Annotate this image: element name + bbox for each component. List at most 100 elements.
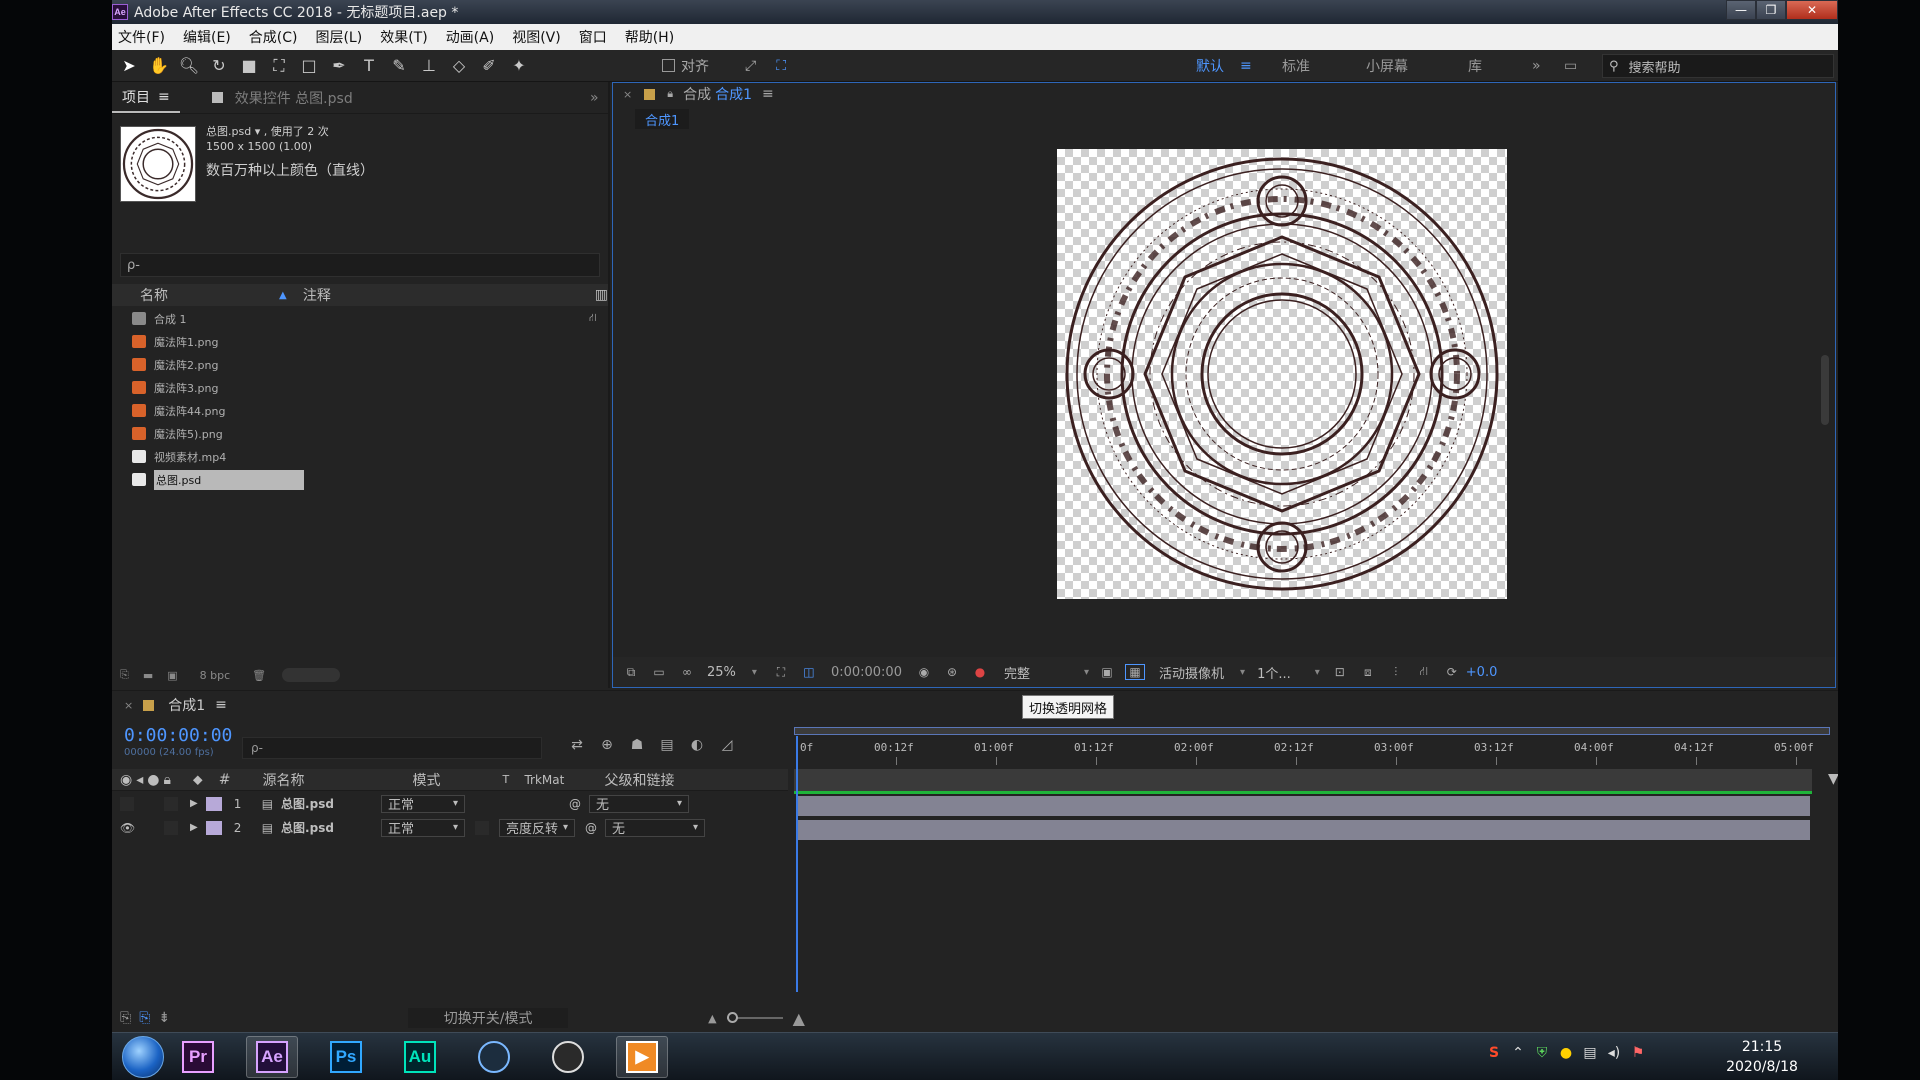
new-comp-icon[interactable]: ▣: [167, 669, 177, 682]
composition-viewer[interactable]: [613, 133, 1835, 651]
interpret-footage-icon[interactable]: ⎘: [120, 668, 129, 682]
comp-breadcrumb[interactable]: 合成1: [635, 109, 690, 129]
zoom-tool-icon[interactable]: 🔍︎: [176, 53, 202, 79]
layer-name[interactable]: 总图.psd: [281, 795, 381, 812]
zoom-out-icon[interactable]: ▲: [708, 1012, 716, 1025]
column-source-name[interactable]: 源名称: [262, 770, 412, 790]
brush-tool-icon[interactable]: ✎: [386, 53, 412, 79]
type-tool-icon[interactable]: T: [356, 53, 382, 79]
time-ruler[interactable]: 0f 00:12f 01:00f 01:12f 02:00f 02:12f 03:00f 03…: [792, 727, 1832, 765]
timeline-timecode[interactable]: 0:00:00:00: [124, 725, 232, 746]
lock-toggle[interactable]: [164, 796, 178, 811]
layer-row[interactable]: ▶ 1 ▤ 总图.psd 正常 ▾ @ 无 ▾: [112, 792, 788, 815]
label-color-swatch[interactable]: [205, 820, 222, 835]
comp-canvas[interactable]: [1057, 149, 1507, 599]
layer-duration-bar[interactable]: [796, 796, 1810, 816]
project-item-psd-selected[interactable]: 总图.psd: [112, 468, 608, 491]
column-t[interactable]: T: [502, 773, 524, 786]
magnification-dropdown[interactable]: 25% ▾: [707, 665, 757, 680]
label-color-swatch[interactable]: [205, 796, 222, 811]
expand-transfer-controls-icon[interactable]: ⎘: [139, 1010, 150, 1026]
new-folder-icon[interactable]: ▬: [143, 669, 153, 682]
shy-icon[interactable]: ☗: [622, 737, 652, 753]
work-area-bar[interactable]: [794, 727, 1830, 735]
tray-overflow-icon[interactable]: ⌃: [1506, 1045, 1530, 1061]
project-item-image[interactable]: 魔法阵5).png: [112, 422, 608, 445]
security-shield-icon[interactable]: ⛨: [1530, 1045, 1554, 1061]
views-dropdown[interactable]: 1个... ▾: [1257, 663, 1320, 682]
menu-edit[interactable]: 编辑(E): [183, 27, 231, 47]
comp-flowchart-icon[interactable]: ⇄: [562, 737, 592, 753]
timeline-tab-label[interactable]: 合成1: [168, 695, 205, 715]
transparency-grid-icon[interactable]: ▦: [1125, 664, 1146, 680]
eraser-tool-icon[interactable]: ◇: [446, 53, 472, 79]
tray-app-icon[interactable]: ●: [1554, 1045, 1578, 1061]
comp-marker-icon[interactable]: ▼: [1828, 771, 1838, 787]
rotate-tool-icon[interactable]: ↻: [206, 53, 232, 79]
expand-arrow-icon[interactable]: ▶: [190, 798, 198, 809]
menu-view[interactable]: 视图(V): [512, 27, 561, 47]
flowchart-icon[interactable]: ⛙: [589, 311, 597, 326]
show-snapshot-icon[interactable]: ⊛: [942, 664, 962, 680]
always-preview-icon[interactable]: ⧉: [621, 664, 641, 680]
mask-path-icon[interactable]: ◫: [799, 664, 819, 680]
camera-tool-icon[interactable]: ■: [236, 53, 262, 79]
menu-file[interactable]: 文件(F): [118, 27, 165, 47]
region-icon[interactable]: ⛶: [771, 664, 791, 680]
help-search-input[interactable]: ⚲ 搜索帮助: [1602, 54, 1834, 78]
workspace-more-button[interactable]: »: [1532, 50, 1541, 82]
sogou-ime-icon[interactable]: S: [1482, 1045, 1506, 1061]
project-item-comp[interactable]: 合成 1 ⛙: [112, 307, 608, 330]
tab-effect-controls[interactable]: 效果控件 总图.psd: [202, 88, 363, 108]
pan-behind-tool-icon[interactable]: ⛶: [266, 53, 292, 79]
visibility-toggle[interactable]: [120, 796, 134, 811]
trash-icon[interactable]: 🗑︎: [252, 669, 266, 682]
project-item-video[interactable]: 视频素材.mp4: [112, 445, 608, 468]
parent-dropdown[interactable]: 无 ▾: [589, 794, 690, 813]
bpc-label[interactable]: 8 bpc: [200, 669, 231, 682]
project-item-image[interactable]: 魔法阵1.png: [112, 330, 608, 353]
workspace-standard[interactable]: 标准: [1282, 50, 1310, 82]
graph-editor-icon[interactable]: ◿: [712, 737, 742, 753]
maximize-button[interactable]: ❐: [1756, 0, 1786, 20]
3d-glasses-icon[interactable]: ∞: [677, 664, 697, 680]
lock-toggle[interactable]: [164, 820, 178, 835]
region-of-interest-icon[interactable]: ▣: [1097, 664, 1117, 680]
roto-brush-tool-icon[interactable]: ✐: [476, 53, 502, 79]
layer-row[interactable]: 👁︎ ▶ 2 ▤ 总图.psd 正常 ▾ 亮度反转 ▾ @ 无 ▾: [112, 816, 788, 839]
minimize-button[interactable]: —: [1726, 0, 1756, 20]
expand-arrow-icon[interactable]: ▶: [190, 822, 198, 833]
project-item-image[interactable]: 魔法阵44.png: [112, 399, 608, 422]
menu-window[interactable]: 窗口: [579, 27, 607, 47]
rectangle-tool-icon[interactable]: □: [296, 53, 322, 79]
taskbar-premiere-pro-button[interactable]: Pr: [172, 1036, 224, 1078]
hand-tool-icon[interactable]: ✋: [146, 53, 172, 79]
layer-duration-bar[interactable]: [796, 820, 1810, 840]
monitor-icon[interactable]: ▭: [649, 664, 669, 680]
draft-3d-icon[interactable]: ⊕: [592, 737, 622, 753]
reset-exposure-icon[interactable]: ⟳: [1442, 664, 1462, 680]
taskbar-audition-button[interactable]: Au: [394, 1036, 446, 1078]
pen-tool-icon[interactable]: ✒: [326, 53, 352, 79]
workspace-small-screen[interactable]: 小屏幕: [1366, 50, 1408, 82]
taskbar-media-player-button[interactable]: ▶: [616, 1036, 668, 1078]
taskbar-photoshop-button[interactable]: Ps: [320, 1036, 372, 1078]
zoom-in-icon[interactable]: ▲: [793, 1009, 805, 1028]
taskbar-cinema4d-button[interactable]: [468, 1036, 520, 1078]
workspace-library[interactable]: 库: [1468, 50, 1482, 82]
pickwhip-icon[interactable]: @: [585, 821, 597, 835]
trkmat-dropdown[interactable]: 亮度反转 ▾: [499, 818, 576, 837]
menu-effect[interactable]: 效果(T): [380, 27, 427, 47]
flowchart-icon[interactable]: ⛙: [1414, 664, 1434, 680]
timeline-icon[interactable]: ⫶: [1386, 664, 1406, 680]
comp-tab-name[interactable]: 合成1: [715, 84, 752, 104]
zoom-slider[interactable]: [726, 1012, 783, 1023]
color-channels-icon[interactable]: ●: [970, 664, 990, 680]
snap-grid-icon[interactable]: ⛶: [776, 58, 786, 74]
column-mode[interactable]: 模式: [412, 770, 502, 790]
blend-mode-dropdown[interactable]: 正常 ▾: [381, 794, 466, 813]
toggle-pixel-aspect-icon[interactable]: ⊡: [1330, 664, 1350, 680]
lock-icon[interactable]: 🔒︎: [667, 87, 673, 101]
snap-icon[interactable]: ⤢: [745, 58, 756, 74]
layer-name[interactable]: 总图.psd: [281, 819, 381, 836]
